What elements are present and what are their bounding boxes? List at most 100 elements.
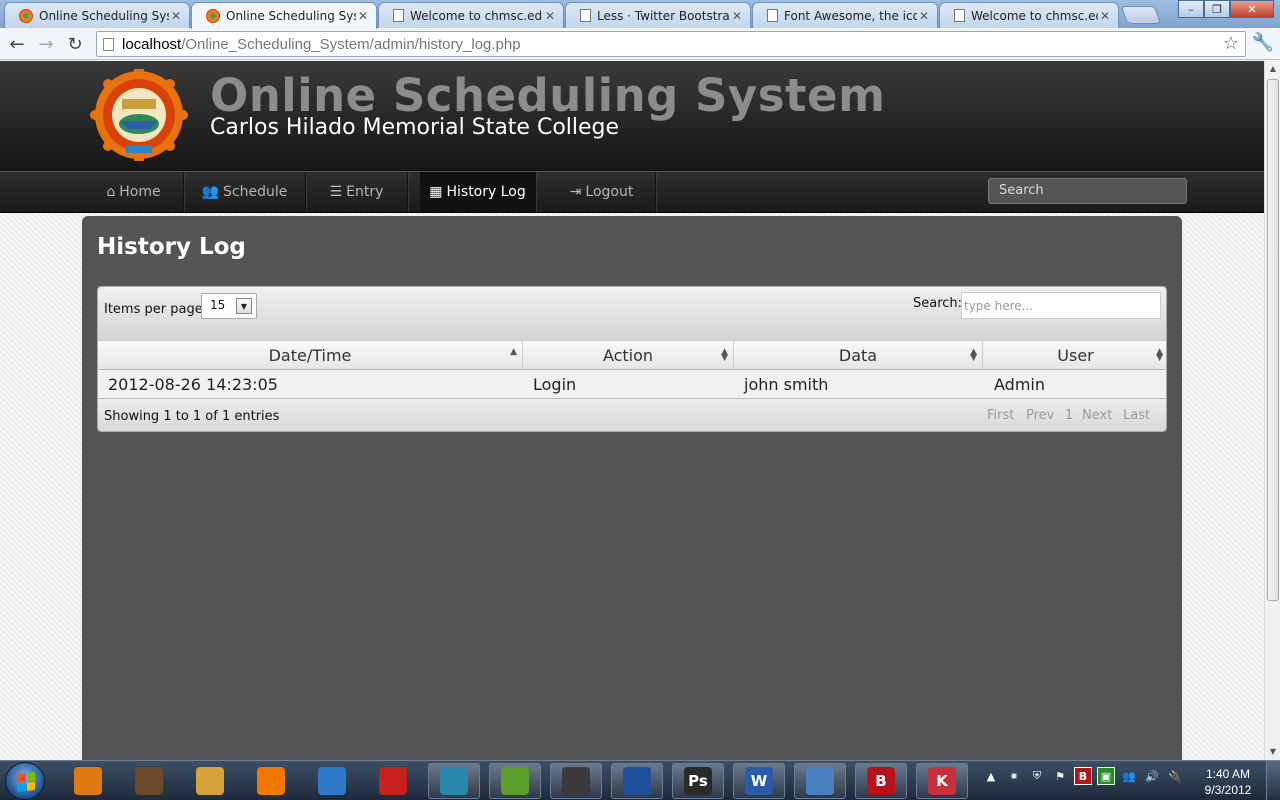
page-scrollbar[interactable]: ▲ ▼: [1264, 61, 1280, 760]
users-tray-icon[interactable]: 👥: [1120, 767, 1138, 785]
media-player-icon: [135, 767, 163, 795]
url-path: /Online_Scheduling_System/admin/history_…: [181, 35, 521, 53]
page-icon: [393, 9, 404, 22]
show-desktop-button[interactable]: [1266, 761, 1280, 800]
table-header-row: Date/Time ▲ Action ▲ ▼ Data ▲ ▼ User ▲ ▼: [98, 340, 1166, 370]
taskbar-app-button[interactable]: [794, 763, 846, 799]
nav-item-label: Logout: [585, 184, 634, 200]
close-window-button[interactable]: ✕: [1230, 0, 1274, 18]
table-search-label: Search:: [913, 296, 963, 311]
site-subtitle: Carlos Hilado Memorial State College: [210, 115, 620, 140]
action-center-flag-icon[interactable]: ⚑: [1051, 767, 1069, 785]
close-tab-icon[interactable]: ✕: [543, 9, 557, 23]
scroll-down-icon[interactable]: ▼: [1265, 744, 1280, 760]
taskbar-app-button[interactable]: [611, 763, 663, 799]
items-per-page-select[interactable]: 15 ▼: [201, 293, 257, 319]
tab-title: Welcome to chmsc.edu.ph: [410, 8, 543, 23]
column-label: Action: [602, 346, 654, 365]
browser-tab[interactable]: Less · Twitter Bootstrap ✕: [565, 2, 751, 28]
taskbar-app-button[interactable]: B: [855, 763, 907, 799]
nav-item-logout[interactable]: ⇥ Logout: [548, 172, 656, 212]
network-activity-icon[interactable]: ✷: [1005, 767, 1023, 785]
volume-icon[interactable]: 🔊: [1143, 767, 1161, 785]
taskbar-app-button[interactable]: [184, 763, 236, 799]
pagination-next[interactable]: Next: [1082, 408, 1112, 423]
back-button[interactable]: ←: [5, 32, 29, 56]
page-icon: [767, 9, 778, 22]
reload-button[interactable]: ↻: [63, 32, 87, 56]
taskbar-app-button[interactable]: [123, 763, 175, 799]
pagination-last[interactable]: Last: [1123, 408, 1150, 423]
bitdefender-tray-icon[interactable]: B: [1074, 767, 1092, 785]
sort-both-icon: ▲ ▼: [1156, 347, 1163, 363]
pagination-first[interactable]: First: [987, 408, 1014, 423]
new-tab-button[interactable]: [1120, 6, 1162, 24]
taskbar-app-button[interactable]: [428, 763, 480, 799]
show-hidden-icons-icon[interactable]: ▲: [982, 767, 1000, 785]
column-header-data[interactable]: Data ▲ ▼: [734, 341, 983, 370]
cell-user: Admin: [994, 375, 1045, 394]
taskbar-app-button[interactable]: [62, 763, 114, 799]
taskbar-app-button[interactable]: [489, 763, 541, 799]
sort-both-icon: ▲ ▼: [721, 347, 728, 363]
photoshop-icon: Ps: [684, 767, 712, 795]
pagination-prev[interactable]: Prev: [1026, 408, 1054, 423]
column-label: User: [1057, 346, 1094, 365]
browser-tab[interactable]: Welcome to chmsc.edu.ph ✕: [378, 2, 564, 28]
nav-item-home[interactable]: ⌂ Home: [84, 172, 184, 212]
minimize-button[interactable]: –: [1178, 0, 1204, 18]
address-bar[interactable]: localhost/Online_Scheduling_System/admin…: [96, 31, 1246, 57]
taskbar-app-button[interactable]: [367, 763, 419, 799]
browser-tab[interactable]: Font Awesome, the iconic font ✕: [752, 2, 938, 28]
scroll-up-icon[interactable]: ▲: [1265, 61, 1280, 77]
nav-item-entry[interactable]: ☰ Entry: [306, 172, 408, 212]
close-tab-icon[interactable]: ✕: [730, 9, 744, 23]
forward-button[interactable]: →: [34, 32, 58, 56]
column-header-user[interactable]: User ▲ ▼: [983, 341, 1166, 370]
taskbar-app-button[interactable]: [245, 763, 297, 799]
nav-item-label: History Log: [446, 184, 526, 200]
taskbar-app-button[interactable]: [550, 763, 602, 799]
bookmark-star-icon[interactable]: ☆: [1223, 33, 1239, 54]
power-plug-icon[interactable]: 🔌: [1166, 767, 1184, 785]
table-search-input[interactable]: type here...: [961, 292, 1161, 319]
taskbar-clock[interactable]: 1:40 AM 9/3/2012: [1200, 766, 1256, 798]
scrollbar-thumb[interactable]: [1267, 79, 1279, 601]
control-panel-icon: [806, 767, 834, 795]
browser-tab-active[interactable]: Online Scheduling System ✕: [191, 2, 377, 29]
nav-item-label: Entry: [346, 184, 384, 200]
utility-tray-icon[interactable]: ▣: [1097, 767, 1115, 785]
page-icon: [954, 9, 965, 22]
page-viewport: Online Scheduling System Carlos Hilado M…: [0, 61, 1264, 760]
close-tab-icon[interactable]: ✕: [169, 9, 183, 23]
close-tab-icon[interactable]: ✕: [1098, 9, 1112, 23]
main-navigation: ⌂ Home 👥 Schedule ☰ Entry ▦ History Log …: [0, 171, 1264, 213]
settings-wrench-icon[interactable]: 🔧: [1252, 32, 1274, 53]
start-button[interactable]: [5, 762, 45, 800]
column-header-action[interactable]: Action ▲ ▼: [523, 341, 734, 370]
items-per-page-label: Items per page:: [104, 302, 208, 317]
browser-tab[interactable]: Online Scheduling System ✕: [4, 2, 190, 28]
tab-title: Online Scheduling System: [39, 8, 169, 23]
bitdefender-icon: B: [867, 767, 895, 795]
tab-title: Welcome to chmsc.edu.ph: [971, 8, 1098, 23]
taskbar-app-button[interactable]: [306, 763, 358, 799]
close-tab-icon[interactable]: ✕: [917, 9, 931, 23]
nav-item-history-log[interactable]: ▦ History Log: [420, 172, 536, 212]
taskbar-app-button[interactable]: W: [733, 763, 785, 799]
nav-search-input[interactable]: Search: [988, 178, 1187, 204]
windows-logo-icon: [17, 772, 35, 792]
taskbar-app-button[interactable]: Ps: [672, 763, 724, 799]
browser-tab[interactable]: Welcome to chmsc.edu.ph ✕: [939, 2, 1119, 28]
nav-item-schedule[interactable]: 👥 Schedule: [184, 172, 306, 212]
column-header-datetime[interactable]: Date/Time ▲: [98, 341, 523, 370]
taskbar-app-button[interactable]: K: [916, 763, 968, 799]
table-row[interactable]: 2012-08-26 14:23:05 Login john smith Adm…: [98, 370, 1166, 398]
pagination-page[interactable]: 1: [1065, 408, 1073, 423]
home-icon: ⌂: [106, 184, 116, 200]
paint-icon: [196, 767, 224, 795]
close-tab-icon[interactable]: ✕: [356, 9, 370, 23]
security-shield-icon[interactable]: ⛨: [1028, 767, 1046, 785]
restore-button[interactable]: ❐: [1204, 0, 1230, 18]
browser-toolbar: ← → ↻ localhost/Online_Scheduling_System…: [0, 28, 1280, 60]
